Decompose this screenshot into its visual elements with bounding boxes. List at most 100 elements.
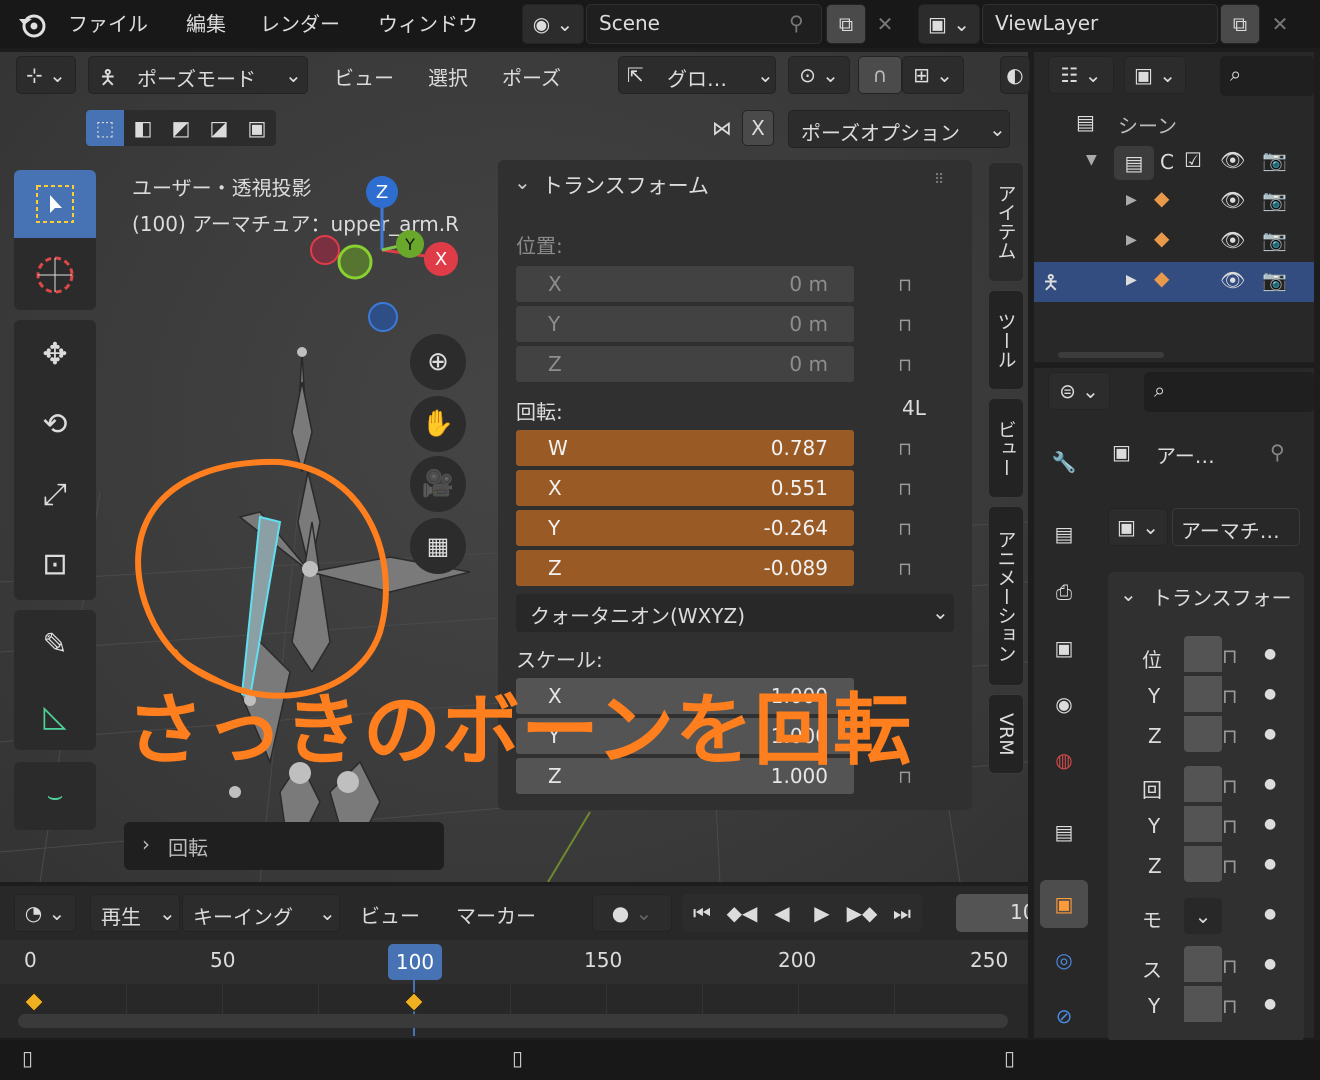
viewlayer-browse-button[interactable]: ▣ ⌄ (918, 4, 980, 44)
location-x-field[interactable]: X0 m (516, 266, 854, 302)
pin-icon[interactable]: ⚲ (1270, 440, 1285, 464)
eye-icon[interactable]: 👁 (1220, 228, 1245, 252)
new-scene-button[interactable]: ⧉ (826, 4, 866, 44)
auto-keying-toggle[interactable]: ● ⌄ (592, 894, 672, 932)
pan-button[interactable]: ✋ (410, 396, 466, 452)
select-subtract-button[interactable]: ◩ (162, 110, 200, 146)
tab-vrm[interactable]: VRM (988, 694, 1024, 774)
properties-section-title[interactable]: トランスフォー (1152, 582, 1292, 611)
keyframe-dot-icon[interactable]: ● (1264, 816, 1276, 832)
lock-open-icon[interactable]: ⊓ (1222, 684, 1238, 708)
play-button[interactable]: ▶ (802, 894, 842, 932)
keyframe-dot-icon[interactable]: ● (1264, 856, 1276, 872)
properties-editor-type[interactable]: ⊜ ⌄ (1048, 372, 1110, 410)
lock-rotation-z[interactable]: ⊓ (898, 556, 912, 580)
new-viewlayer-button[interactable]: ⧉ (1220, 4, 1260, 44)
expand-arrow-icon[interactable]: ▼ (1086, 152, 1097, 168)
menu-window[interactable]: ウィンドウ (378, 8, 478, 37)
lock-open-icon[interactable]: ⊓ (1222, 954, 1238, 978)
lock-rotation-x[interactable]: ⊓ (898, 476, 912, 500)
blender-logo-icon[interactable] (14, 8, 50, 40)
zoom-button[interactable]: ⊕ (410, 334, 466, 390)
rotation-z-field[interactable]: Z -0.089 (516, 550, 854, 586)
eye-icon[interactable]: 👁 (1220, 148, 1245, 172)
timeline-ruler[interactable]: 0 50 150 200 250 (0, 940, 1028, 984)
tab-animation[interactable]: アニメーション (988, 506, 1024, 686)
tool-move[interactable]: ✥ (14, 320, 96, 388)
rotation-field[interactable] (1184, 766, 1222, 802)
rotation-x-field[interactable]: X 0.551 (516, 470, 854, 506)
lock-location-z[interactable]: ⊓ (898, 352, 912, 376)
pose-options-select[interactable]: ポーズオプション ⌄ (788, 110, 1010, 148)
delete-viewlayer-button[interactable]: ✕ (1262, 4, 1298, 44)
keyframe-dot-icon[interactable]: ● (1264, 646, 1276, 662)
keyframe-dot-icon[interactable]: ● (1264, 686, 1276, 702)
lock-rotation-y[interactable]: ⊓ (898, 516, 912, 540)
lock-open-icon[interactable]: ⊓ (1222, 644, 1238, 668)
chevron-down-icon[interactable]: ⌄ (1120, 582, 1137, 606)
gizmo-x-axis[interactable]: X (424, 242, 458, 276)
jump-end-button[interactable]: ⏭ (882, 894, 922, 932)
editor-type-button[interactable]: ⊹ ⌄ (16, 56, 76, 94)
pin-icon[interactable]: ⚲ (789, 11, 804, 35)
scene-browse-button[interactable]: ◉ ⌄ (522, 4, 584, 44)
keyframe-dot-icon[interactable]: ● (1264, 906, 1276, 922)
properties-search-input[interactable]: ⌕ (1144, 372, 1314, 412)
tab-tool-settings[interactable]: 🔧 (1046, 444, 1082, 480)
select-invert-button[interactable]: ◪ (200, 110, 238, 146)
rotation-mode-select[interactable]: クォータニオン(WXYZ) ⌄ (516, 594, 954, 632)
tab-item[interactable]: アイテム (988, 162, 1024, 282)
outliner-search-input[interactable]: ⌕ (1220, 56, 1314, 96)
keyframe-dot-icon[interactable]: ● (1264, 726, 1276, 742)
collection-label[interactable]: C (1160, 150, 1174, 174)
select-extend-button[interactable]: ◧ (124, 110, 162, 146)
rotation-mode-dropdown[interactable]: ⌄ (1184, 898, 1222, 934)
lock-rotation-w[interactable]: ⊓ (898, 436, 912, 460)
outliner-display-mode[interactable]: ☷ ⌄ (1048, 56, 1114, 94)
expand-arrow-icon[interactable]: ▶ (1126, 192, 1137, 208)
object-data-name-field[interactable]: アーマチ… (1172, 508, 1300, 546)
select-new-button[interactable]: ⬚ (86, 110, 124, 146)
last-operator-panel[interactable]: › 回転 (124, 822, 444, 870)
camera-icon[interactable]: 📷 (1262, 228, 1287, 252)
location-field[interactable] (1184, 676, 1222, 712)
expand-arrow-icon[interactable]: ▶ (1126, 232, 1137, 248)
tab-object[interactable]: ▣ (1040, 880, 1088, 928)
outliner-filter-button[interactable]: ▣ ⌄ (1124, 56, 1186, 94)
current-frame-field[interactable]: 10 (956, 894, 1028, 932)
tool-roll[interactable]: ⌣ (14, 762, 96, 830)
lock-open-icon[interactable]: ⊓ (1222, 994, 1238, 1018)
mode-select[interactable]: 🯅 ポーズモード ⌄ (88, 56, 308, 94)
rotation-field[interactable] (1184, 846, 1222, 882)
location-y-field[interactable]: Y0 m (516, 306, 854, 342)
tab-view-layer[interactable]: ▣ (1046, 630, 1082, 666)
tab-view[interactable]: ビュー (988, 398, 1024, 498)
pivot-point-button[interactable]: ⊙ ⌄ (788, 56, 850, 94)
chevron-down-icon[interactable]: ⌄ (514, 170, 531, 194)
rotation-field[interactable] (1184, 806, 1222, 842)
keyframe-dot-icon[interactable]: ● (1264, 996, 1276, 1012)
outliner-row-armature[interactable]: 🯅 ▶ ◆ 👁 📷 (1034, 262, 1314, 302)
timeline-editor-type[interactable]: ◔ ⌄ (14, 894, 76, 932)
tool-select-box[interactable] (14, 170, 96, 238)
lock-open-icon[interactable]: ⊓ (1222, 724, 1238, 748)
location-field[interactable] (1184, 716, 1222, 752)
tab-constraints[interactable]: ⊘ (1046, 998, 1082, 1034)
gizmo-z-axis[interactable]: Z (366, 176, 398, 208)
rotation-4l-toggle[interactable]: 4L (902, 396, 926, 420)
rotation-w-field[interactable]: W 0.787 (516, 430, 854, 466)
keying-menu[interactable]: キーイング ⌄ (182, 894, 340, 932)
menu-edit[interactable]: 編集 (186, 8, 226, 37)
tab-tool[interactable]: ツール (988, 290, 1024, 390)
tab-collection[interactable]: ▤ (1046, 814, 1082, 850)
keyframe-dot-icon[interactable]: ● (1264, 776, 1276, 792)
lock-location-y[interactable]: ⊓ (898, 312, 912, 336)
object-icon[interactable]: ◆ (1154, 186, 1169, 210)
location-z-field[interactable]: Z0 m (516, 346, 854, 382)
tool-rotate[interactable]: ⟲ (14, 390, 96, 458)
prev-keyframe-button[interactable]: ◆◀ (722, 894, 762, 932)
timeline-scrollbar[interactable] (18, 1014, 1008, 1028)
lock-open-icon[interactable]: ⊓ (1222, 814, 1238, 838)
viewlayer-name-field[interactable]: ViewLayer (982, 4, 1218, 44)
scale-field[interactable] (1184, 986, 1222, 1022)
